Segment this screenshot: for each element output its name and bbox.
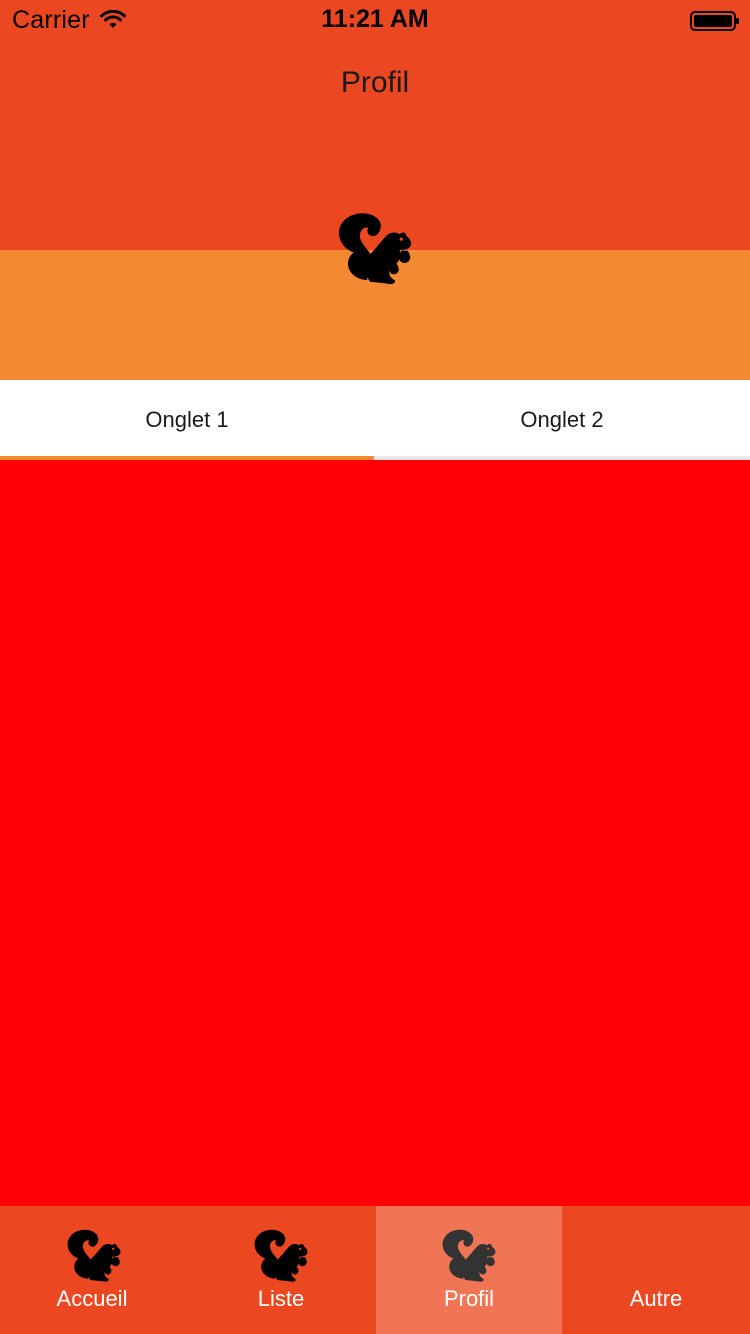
nav-item-profil[interactable]: Profil xyxy=(376,1206,562,1334)
status-bar: Carrier 11:21 AM xyxy=(0,0,750,40)
bottom-navigation: Accueil Liste Profil Autre xyxy=(0,1206,750,1334)
squirrel-icon xyxy=(334,208,416,290)
nav-item-liste[interactable]: Liste xyxy=(188,1206,374,1334)
tab-label: Onglet 1 xyxy=(145,407,229,432)
nav-label: Liste xyxy=(257,1286,305,1311)
tab-onglet-1[interactable]: Onglet 1 xyxy=(0,380,374,460)
battery-icon xyxy=(690,11,739,31)
page-title: Profil xyxy=(340,66,410,99)
squirrel-icon xyxy=(251,1226,311,1286)
tab-label: Onglet 2 xyxy=(520,407,604,432)
squirrel-icon xyxy=(439,1226,499,1286)
tab-onglet-2[interactable]: Onglet 2 xyxy=(374,380,750,460)
tab-bar: Onglet 1 Onglet 2 xyxy=(0,380,750,460)
nav-label: Accueil xyxy=(56,1286,128,1311)
clock: 11:21 AM xyxy=(321,5,429,33)
profile-screen: Carrier 11:21 AM Profil Onglet 1 Onglet … xyxy=(0,0,750,1334)
nav-label: Profil xyxy=(443,1286,495,1311)
tab-content xyxy=(0,460,750,1206)
nav-label: Autre xyxy=(629,1286,683,1311)
nav-item-accueil[interactable]: Accueil xyxy=(0,1206,184,1334)
nav-item-autre[interactable]: Autre xyxy=(562,1206,750,1334)
squirrel-icon xyxy=(64,1226,124,1286)
